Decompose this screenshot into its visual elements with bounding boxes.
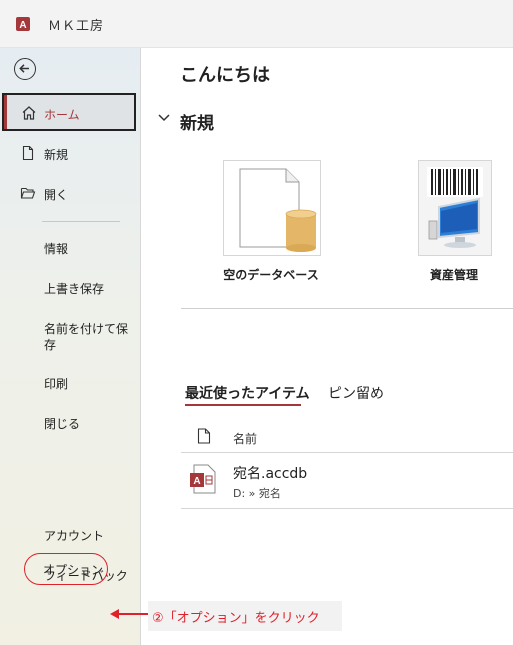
tab-recent-label: 最近使ったアイテム [185, 386, 310, 402]
folder-open-icon [20, 187, 36, 199]
template-asset-label: 資産管理 [429, 268, 478, 282]
greeting-heading: こんにちは [180, 65, 270, 86]
column-name-header[interactable]: 名前 [233, 430, 257, 447]
file-name: 宛名.accdb [233, 466, 308, 482]
tab-pinned-label: ピン留め [328, 386, 384, 402]
nav-open-label: 開く [44, 188, 69, 202]
nav-home[interactable]: ホーム [2, 93, 136, 131]
access-file-icon: A [190, 464, 216, 494]
tab-pinned[interactable]: ピン留め [328, 383, 384, 403]
tab-recent-underline [185, 404, 301, 406]
title-bar: A ＭＫ工房 [0, 0, 513, 48]
section-divider [181, 308, 513, 309]
window-title: ＭＫ工房 [48, 19, 105, 34]
nav-new-label: 新規 [44, 148, 69, 162]
nav-save[interactable]: 上書き保存 [44, 281, 132, 297]
annotation-text: ②「オプション」をクリック [152, 611, 320, 626]
nav-home-label: ホーム [44, 108, 80, 122]
blank-database-icon [239, 168, 317, 252]
nav-divider [42, 221, 120, 222]
nav-new[interactable]: 新規 [0, 145, 140, 165]
nav-info[interactable]: 情報 [44, 241, 132, 257]
new-section-title: 新規 [180, 114, 214, 134]
list-row-separator [181, 508, 513, 509]
nav-print[interactable]: 印刷 [44, 376, 132, 392]
tab-recent[interactable]: 最近使ったアイテム [185, 383, 310, 406]
chevron-down-icon[interactable] [157, 113, 171, 123]
svg-text:A: A [19, 20, 26, 31]
home-icon [22, 106, 36, 120]
new-document-icon [22, 145, 34, 161]
file-path: D: » 宛名 [233, 487, 281, 500]
nav-options[interactable]: オプション [24, 553, 108, 585]
asset-management-icon [427, 167, 483, 248]
nav-open[interactable]: 開く [0, 185, 140, 205]
template-asset-management[interactable] [418, 160, 492, 256]
nav-close[interactable]: 閉じる [44, 416, 132, 432]
arrow-left-circle-icon[interactable] [14, 58, 36, 80]
recent-file-row[interactable]: A 宛名.accdb D: » 宛名 [181, 453, 513, 508]
nav-account[interactable]: アカウント [44, 528, 132, 544]
template-blank-label: 空のデータベース [223, 268, 319, 282]
svg-text:A: A [193, 476, 200, 487]
selected-indicator [4, 95, 7, 129]
nav-save-as[interactable]: 名前を付けて保存 [44, 321, 132, 353]
access-icon: A [16, 17, 30, 31]
template-blank-database[interactable] [223, 160, 321, 256]
nav-options-label: オプション [43, 563, 104, 577]
document-icon [197, 428, 211, 444]
arrow-left-icon [110, 609, 150, 619]
